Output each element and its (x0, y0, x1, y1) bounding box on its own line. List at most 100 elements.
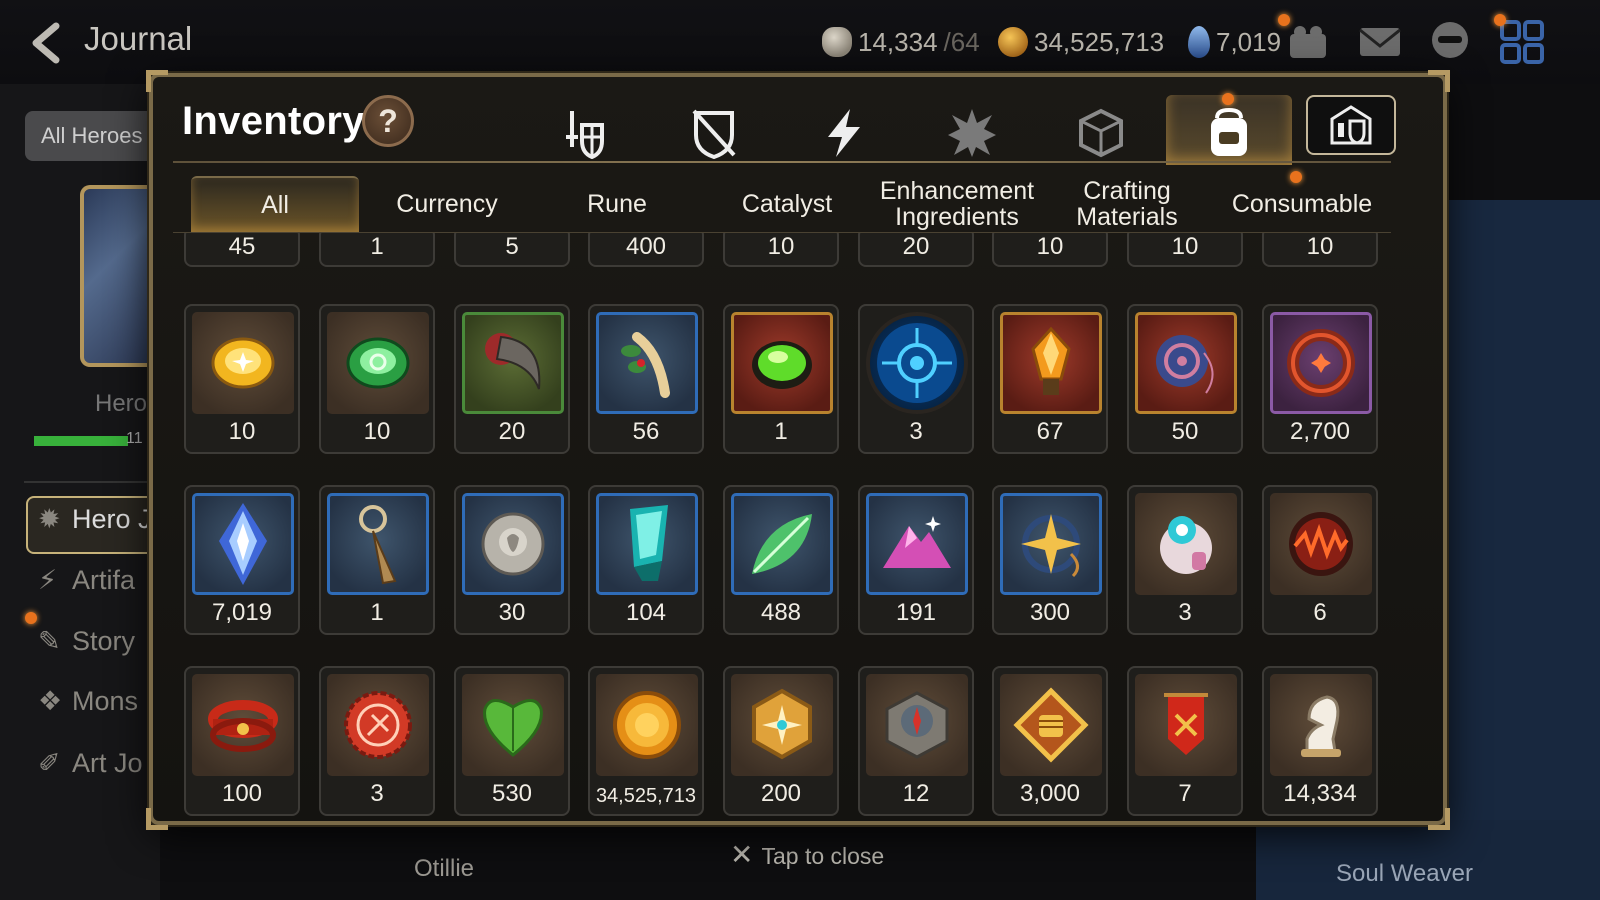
item-quantity: 530 (491, 780, 533, 807)
item-slot[interactable]: 400 (588, 233, 704, 267)
close-hint[interactable]: ✕ Tap to close (730, 838, 884, 871)
hero-detail-panel (1436, 200, 1600, 900)
inventory-grid: 45 1 5 400 10 20 10 10 10 10 10 20 56 1 (153, 233, 1443, 821)
item-frame (192, 493, 294, 595)
sidebar-item-label: Artifa (72, 565, 136, 595)
mail-icon[interactable] (1356, 20, 1404, 64)
item-frame (866, 493, 968, 595)
item-quantity: 3 (1178, 599, 1192, 626)
item-frame (1135, 493, 1237, 595)
item-slot[interactable]: 12 (858, 666, 974, 816)
item-slot[interactable]: 10 (723, 233, 839, 267)
item-quantity: 20 (902, 233, 930, 260)
hero-progress-bar (34, 436, 128, 446)
item-quantity: 3 (370, 780, 384, 807)
chat-icon[interactable] (1426, 20, 1474, 64)
item-slot[interactable]: 7,019 (184, 485, 300, 635)
item-slot[interactable]: 191 (858, 485, 974, 635)
item-slot[interactable]: 3 (858, 304, 974, 454)
class-label: Soul Weaver (1336, 860, 1473, 887)
item-slot[interactable]: 67 (992, 304, 1108, 454)
item-slot[interactable]: 3 (319, 666, 435, 816)
item-slot[interactable]: 34,525,713 (588, 666, 704, 816)
item-slot[interactable]: 7 (1127, 666, 1243, 816)
item-frame (731, 674, 833, 776)
item-slot[interactable]: 5 (454, 233, 570, 267)
category-guild[interactable] (1306, 95, 1396, 155)
fire-crystal-icon (1031, 326, 1071, 395)
category-skill[interactable] (812, 101, 876, 165)
item-quantity: 1 (774, 418, 788, 445)
leaf-icon (752, 514, 812, 574)
tab-currency[interactable]: Currency (367, 176, 527, 232)
item-quantity: 14,334 (1283, 780, 1357, 807)
item-slot[interactable]: 200 (723, 666, 839, 816)
notification-dot (25, 612, 37, 624)
tab-rune[interactable]: Rune (537, 176, 697, 232)
item-slot[interactable]: 45 (184, 233, 300, 267)
tab-catalyst[interactable]: Catalyst (707, 176, 867, 232)
gold-gem-icon (211, 337, 275, 389)
sidebar-item-monster[interactable]: ❖ Mons (38, 686, 138, 717)
item-slot[interactable]: 20 (454, 304, 570, 454)
item-quantity: 3,000 (1019, 780, 1081, 807)
item-slot[interactable]: 1 (319, 485, 435, 635)
arcane-sphere-icon (877, 323, 957, 403)
gold-value: 34,525,713 (1034, 26, 1165, 57)
category-unit[interactable] (940, 101, 1004, 165)
item-slot[interactable]: 6 (1262, 485, 1378, 635)
item-slot[interactable]: 100 (184, 666, 300, 816)
menu-grid-icon[interactable] (1498, 20, 1546, 64)
tab-crafting-materials[interactable]: Crafting Materials (1047, 176, 1207, 232)
all-heroes-filter-button[interactable]: All Heroes (25, 111, 165, 161)
item-slot[interactable]: 30 (454, 485, 570, 635)
item-slot[interactable]: 10 (319, 304, 435, 454)
item-slot[interactable]: 488 (723, 485, 839, 635)
item-slot[interactable]: 10 (184, 304, 300, 454)
item-slot[interactable]: 10 (1262, 233, 1378, 267)
tab-enhancement-ingredients[interactable]: Enhancement Ingredients (877, 176, 1037, 232)
item-slot[interactable]: 10 (1127, 233, 1243, 267)
item-slot[interactable]: 50 (1127, 304, 1243, 454)
sidebar-item-art-journal[interactable]: ✐ Art Jo (38, 748, 143, 779)
sidebar-item-label: Art Jo (72, 748, 143, 778)
item-slot[interactable]: 1 (723, 304, 839, 454)
item-slot[interactable]: 530 (454, 666, 570, 816)
item-slot[interactable]: 3 (1127, 485, 1243, 635)
item-slot[interactable]: 3,000 (992, 666, 1108, 816)
item-frame (1000, 493, 1102, 595)
help-button[interactable]: ? (362, 95, 414, 147)
red-ring-icon (1287, 329, 1355, 397)
item-slot[interactable]: 300 (992, 485, 1108, 635)
sidebar-item-story[interactable]: ✎ Story (38, 626, 135, 657)
category-materials[interactable] (1197, 101, 1261, 165)
item-quantity: 12 (902, 780, 930, 807)
item-frame (1270, 312, 1372, 414)
item-slot[interactable]: 2,700 (1262, 304, 1378, 454)
back-arrow-icon[interactable] (26, 22, 68, 64)
category-catalyst[interactable] (1069, 101, 1133, 165)
skystone-icon (1188, 26, 1210, 58)
star-amulet-icon (1021, 514, 1081, 578)
item-quantity: 6 (1313, 599, 1327, 626)
item-slot[interactable]: 14,334 (1262, 666, 1378, 816)
item-slot[interactable]: 10 (992, 233, 1108, 267)
sidebar-item-artifact[interactable]: ⚡ Artifa (38, 565, 135, 596)
item-frame (1000, 674, 1102, 776)
team-icon[interactable] (1284, 20, 1332, 64)
item-slot[interactable]: 104 (588, 485, 704, 635)
item-slot[interactable]: 20 (858, 233, 974, 267)
tab-all[interactable]: All (191, 176, 359, 232)
modal-corner-ornament (146, 808, 168, 830)
category-hero-equipment[interactable] (552, 101, 616, 165)
sidebar-item-hero-journal[interactable]: ✹ Hero J (38, 504, 152, 535)
robot-toy-icon (1160, 516, 1212, 574)
gold-coin-icon (998, 27, 1028, 57)
item-slot[interactable]: 1 (319, 233, 435, 267)
inventory-modal: Inventory ? All Currency Rune Catalyst E… (149, 73, 1447, 825)
scroll-icon: ✎ (38, 626, 61, 656)
tab-consumable[interactable]: Consumable (1217, 176, 1387, 232)
item-slot[interactable]: 56 (588, 304, 704, 454)
category-artifact[interactable] (682, 101, 746, 165)
resource-gold: 34,525,713 (998, 22, 1164, 62)
